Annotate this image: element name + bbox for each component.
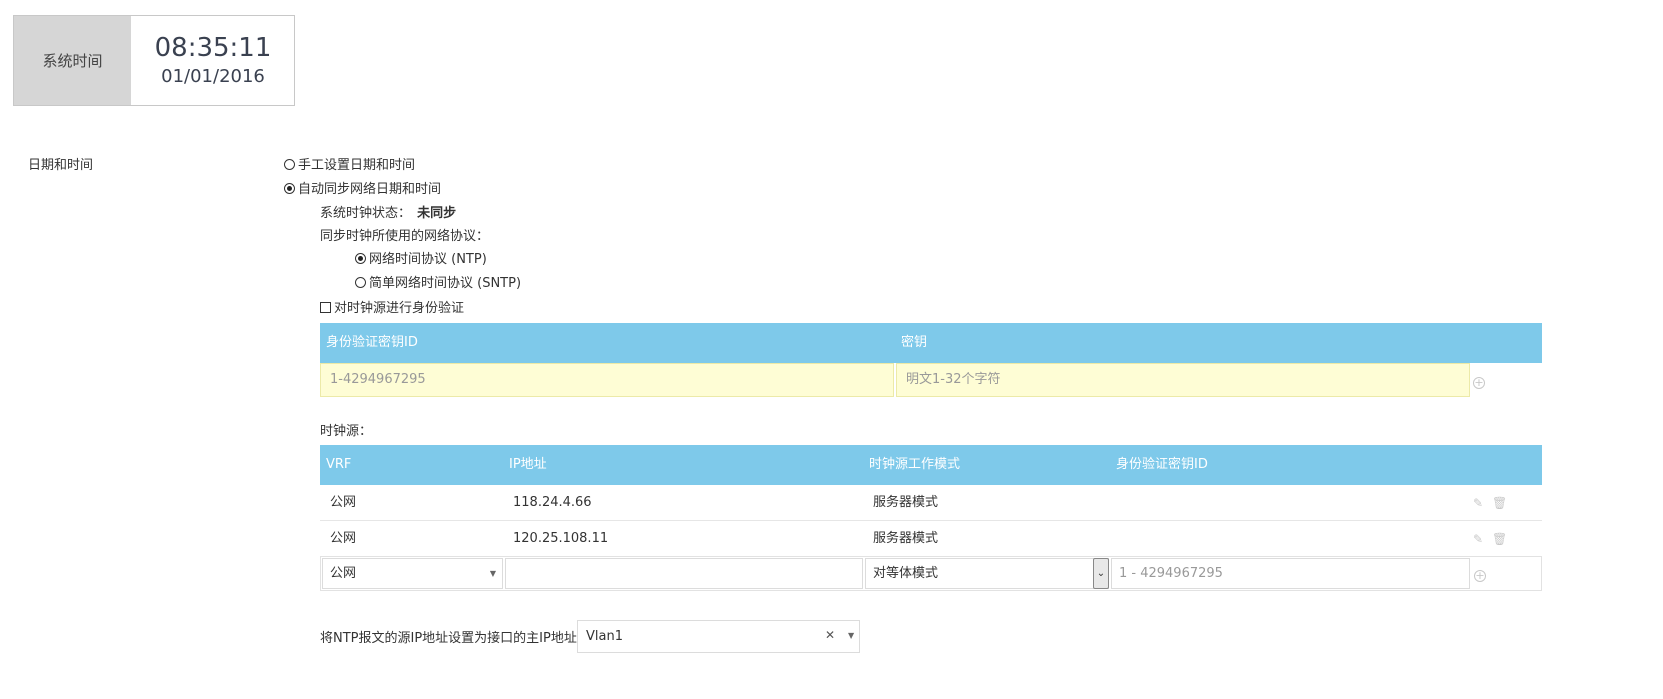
source-interface-select[interactable]: Vlan1 ✕ ▼	[577, 620, 860, 653]
ntp-option[interactable]: 网络时间协议 (NTP)	[355, 248, 487, 267]
key-id-input[interactable]: 1 - 4294967295	[1111, 558, 1470, 589]
table-row: 公网 118.24.4.66 服务器模式 ✎ 🗑	[320, 485, 1542, 521]
sntp-label: 简单网络时间协议 (SNTP)	[369, 276, 522, 291]
auth-option[interactable]: 对时钟源进行身份验证	[320, 297, 464, 316]
system-time-card: 系统时间 08:35:11 01/01/2016	[13, 15, 295, 106]
clock-source-label: 时钟源：	[320, 424, 373, 439]
src-col-mode: 时钟源工作模式	[869, 457, 961, 472]
manual-time-radio[interactable]	[284, 159, 295, 170]
system-time-label: 系统时间	[14, 16, 131, 105]
ntp-radio[interactable]	[355, 253, 366, 264]
auth-key-input[interactable]: 明文1-32个字符	[896, 363, 1470, 397]
row-ip: 118.24.4.66	[513, 495, 592, 510]
src-col-ip: IP地址	[509, 457, 547, 472]
add-auth-key-icon[interactable]: +	[1473, 377, 1485, 389]
auth-checkbox-label: 对时钟源进行身份验证	[334, 301, 465, 316]
close-icon[interactable]: ✕	[825, 628, 835, 642]
source-ip-label: 将NTP报文的源IP地址设置为接口的主IP地址	[320, 631, 577, 646]
auth-col-key-id: 身份验证密钥ID	[326, 335, 418, 350]
date-time-label: 日期和时间	[28, 158, 94, 173]
ntp-label: 网络时间协议 (NTP)	[369, 252, 487, 267]
auth-table-header: 身份验证密钥ID 密钥	[320, 323, 1542, 363]
protocol-label: 同步时钟所使用的网络协议：	[320, 229, 490, 244]
manual-time-label: 手工设置日期和时间	[298, 158, 416, 173]
ip-address-input[interactable]	[505, 558, 863, 589]
source-interface-value: Vlan1	[586, 629, 623, 644]
auth-key-id-input[interactable]: 1-4294967295	[320, 363, 894, 397]
sntp-option[interactable]: 简单网络时间协议 (SNTP)	[355, 272, 521, 291]
trash-icon[interactable]: 🗑	[1492, 497, 1507, 509]
system-time-value: 08:35:11 01/01/2016	[131, 16, 295, 105]
manual-time-option[interactable]: 手工设置日期和时间	[284, 154, 415, 173]
row-vrf: 公网	[330, 495, 357, 510]
vrf-select[interactable]: 公网 ▼	[322, 558, 503, 589]
clock-status-value: 未同步	[417, 206, 457, 221]
auto-sync-option[interactable]: 自动同步网络日期和时间	[284, 178, 441, 197]
trash-icon[interactable]: 🗑	[1492, 533, 1507, 545]
auto-sync-label: 自动同步网络日期和时间	[298, 182, 442, 197]
mode-select-value: 对等体模式	[873, 566, 939, 581]
src-col-key-id: 身份验证密钥ID	[1116, 457, 1208, 472]
row-mode: 服务器模式	[873, 531, 939, 546]
mode-select[interactable]: 对等体模式	[865, 558, 1109, 589]
vrf-select-value: 公网	[330, 566, 357, 581]
system-date: 01/01/2016	[161, 65, 265, 87]
row-ip: 120.25.108.11	[513, 531, 609, 546]
table-row: 公网 120.25.108.11 服务器模式 ✎ 🗑	[320, 521, 1542, 557]
row-vrf: 公网	[330, 531, 357, 546]
edit-icon[interactable]: ✎	[1472, 497, 1484, 509]
chevron-down-icon: ▼	[848, 631, 855, 640]
chevron-down-icon[interactable]: ⌄	[1093, 558, 1109, 589]
src-col-vrf: VRF	[326, 457, 352, 472]
new-clock-source-row: 公网 ▼ 对等体模式 ⌄ 1 - 4294967295 +	[320, 556, 1542, 591]
auth-checkbox[interactable]	[320, 302, 331, 313]
auto-sync-radio[interactable]	[284, 183, 295, 194]
clock-status-label: 系统时钟状态：	[320, 206, 412, 221]
auth-col-key: 密钥	[901, 335, 928, 350]
system-clock: 08:35:11	[154, 32, 272, 63]
clock-source-table-header: VRF IP地址 时钟源工作模式 身份验证密钥ID	[320, 445, 1542, 485]
chevron-down-icon: ▼	[489, 569, 496, 578]
sntp-radio[interactable]	[355, 277, 366, 288]
row-mode: 服务器模式	[873, 495, 939, 510]
edit-icon[interactable]: ✎	[1472, 533, 1484, 545]
clock-status: 系统时钟状态： 未同步	[320, 202, 456, 221]
add-clock-source-icon[interactable]: +	[1474, 570, 1486, 582]
